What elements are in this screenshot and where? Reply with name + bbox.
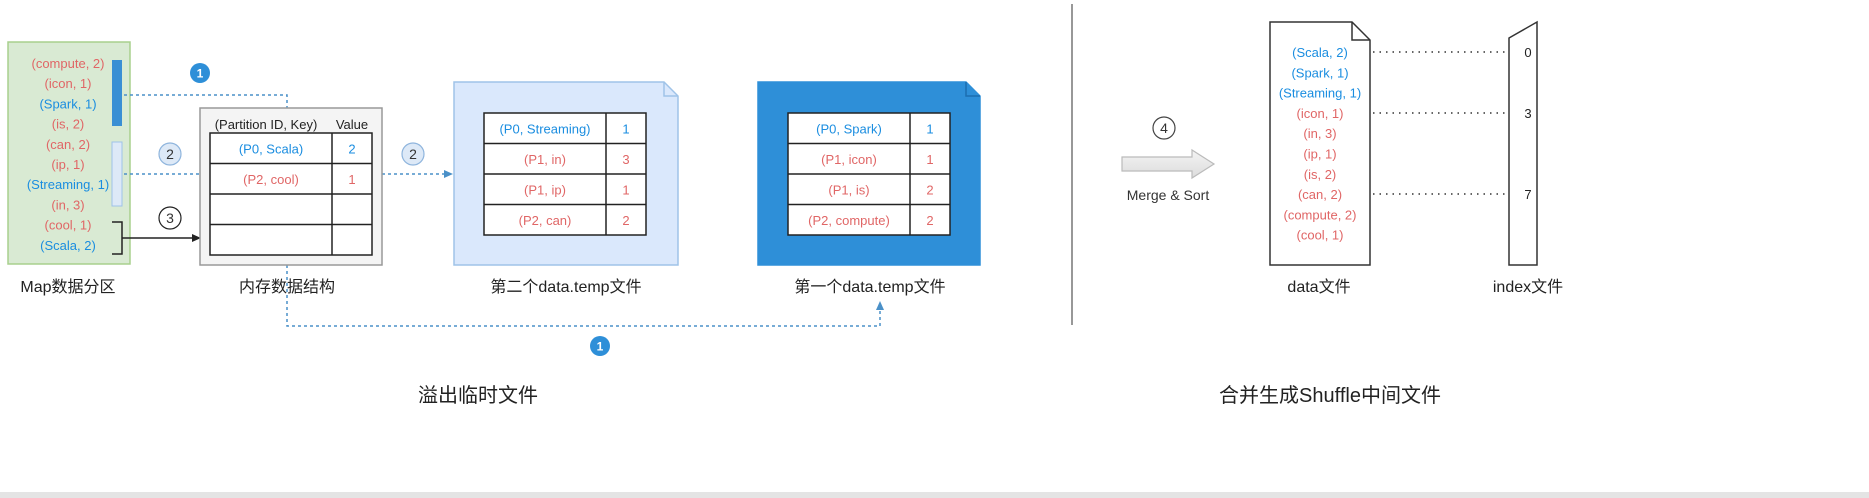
map-item: (in, 3)	[51, 197, 84, 212]
spill-bar-2	[111, 141, 123, 207]
table-cell-key: (P1, in)	[524, 152, 566, 167]
temp-file-2-label: 第二个data.temp文件	[490, 278, 641, 296]
table-cell-value: 3	[622, 152, 629, 167]
svg-text:4: 4	[1160, 120, 1168, 136]
badge-1-bottom: 1	[590, 336, 610, 356]
merge-arrow-icon	[1121, 148, 1216, 180]
data-file-item: (can, 2)	[1298, 187, 1342, 202]
bottom-bar	[0, 492, 1869, 498]
data-file-item: (cool, 1)	[1297, 228, 1344, 243]
data-file-item: (compute, 2)	[1284, 207, 1357, 222]
map-item: (cool, 1)	[45, 218, 92, 233]
map-partition: (compute, 2) (icon, 1) (Spark, 1) (is, 2) (c…	[7, 41, 131, 296]
table-cell-key: (P0, Streaming)	[499, 121, 590, 136]
table-cell-key: (P0, Spark)	[816, 121, 882, 136]
table-cell-key: (P0, Scala)	[239, 141, 303, 156]
badge-4: 4	[1152, 116, 1176, 140]
map-item: (Spark, 1)	[39, 96, 96, 111]
svg-text:2: 2	[166, 146, 174, 162]
connector-1-top	[124, 94, 288, 108]
badge-2-left: 2	[158, 142, 182, 166]
data-file-label: data文件	[1287, 278, 1350, 296]
memory-structure-label: 内存数据结构	[239, 278, 335, 296]
map-item: (ip, 1)	[51, 157, 84, 172]
spill-bar-1	[112, 60, 122, 126]
data-file-item: (Streaming, 1)	[1279, 86, 1361, 101]
map-item: (icon, 1)	[45, 76, 92, 91]
data-file-item: (ip, 1)	[1303, 147, 1336, 162]
table-cell-key: (P1, ip)	[524, 182, 566, 197]
table-cell-value: 1	[926, 121, 933, 136]
table-cell-key: (P2, compute)	[808, 213, 890, 228]
svg-text:1: 1	[597, 340, 604, 354]
data-file-item: (in, 3)	[1303, 126, 1336, 141]
data-file-item: (Spark, 1)	[1291, 65, 1348, 80]
svg-text:3: 3	[166, 210, 174, 226]
data-file-item: (Scala, 2)	[1292, 45, 1348, 60]
index-value-3: 3	[1524, 106, 1531, 121]
temp-file-1: (P0, Spark) 1 (P1, icon) 1 (P1, is) 2 (P2, com…	[757, 81, 981, 296]
map-partition-label: Map数据分区	[20, 278, 115, 296]
badge-1-top: 1	[190, 63, 210, 83]
data-file-item: (is, 2)	[1304, 167, 1337, 182]
temp-file-1-label: 第一个data.temp文件	[794, 278, 945, 296]
caption-merge-shuffle-files: 合并生成Shuffle中间文件	[1219, 384, 1441, 407]
badge-2-right: 2	[401, 142, 425, 166]
memory-header-value: Value	[336, 117, 368, 132]
table-cell-key: (P1, is)	[828, 182, 869, 197]
table-cell-value: 2	[926, 213, 933, 228]
table-cell-value: 1	[348, 172, 355, 187]
badge-3: 3	[158, 206, 182, 230]
table-cell-value: 1	[622, 121, 629, 136]
index-file-label: index文件	[1493, 278, 1563, 296]
index-value-0: 0	[1524, 45, 1531, 60]
map-item: (Streaming, 1)	[27, 177, 109, 192]
merge-sort-label: Merge & Sort	[1127, 187, 1210, 203]
map-item: (is, 2)	[52, 117, 85, 132]
table-cell-value: 1	[926, 152, 933, 167]
data-file: (Scala, 2) (Spark, 1) (Streaming, 1) (icon,…	[1269, 21, 1371, 296]
table-cell-key: (P1, icon)	[821, 152, 877, 167]
map-item: (compute, 2)	[32, 56, 105, 71]
temp-file-2: (P0, Streaming) 1 (P1, in) 3 (P1, ip) 1 (P2, c…	[453, 81, 679, 296]
data-file-item: (icon, 1)	[1297, 106, 1344, 121]
temp-file-2-table: (P0, Streaming) 1 (P1, in) 3 (P1, ip) 1 (P2, c…	[483, 112, 647, 236]
index-value-7: 7	[1524, 187, 1531, 202]
memory-table: (P0, Scala) 2 (P2, cool) 1	[209, 132, 373, 256]
svg-text:2: 2	[409, 146, 417, 162]
index-file: 0 3 7 index文件	[1493, 20, 1563, 296]
merge-sort: 4 Merge & Sort	[1121, 116, 1216, 203]
table-cell-value: 1	[622, 182, 629, 197]
table-cell-key: (P2, can)	[519, 213, 572, 228]
memory-header-key: (Partition ID, Key)	[215, 117, 318, 132]
temp-file-1-table: (P0, Spark) 1 (P1, icon) 1 (P1, is) 2 (P2, com…	[787, 112, 951, 236]
shuffle-diagram: (compute, 2) (icon, 1) (Spark, 1) (is, 2) (c…	[0, 4, 1869, 498]
table-cell-value: 2	[348, 141, 355, 156]
table-cell-value: 2	[926, 182, 933, 197]
table-cell-value: 2	[622, 213, 629, 228]
caption-spill-temp-files: 溢出临时文件	[418, 384, 538, 407]
memory-structure: (Partition ID, Key) Value (P0, Scala) 2(P…	[199, 107, 383, 296]
map-item: (can, 2)	[46, 137, 90, 152]
table-cell-key: (P2, cool)	[243, 172, 299, 187]
map-item: (Scala, 2)	[40, 238, 96, 253]
index-file-shape	[1508, 20, 1538, 266]
svg-text:1: 1	[197, 67, 204, 81]
